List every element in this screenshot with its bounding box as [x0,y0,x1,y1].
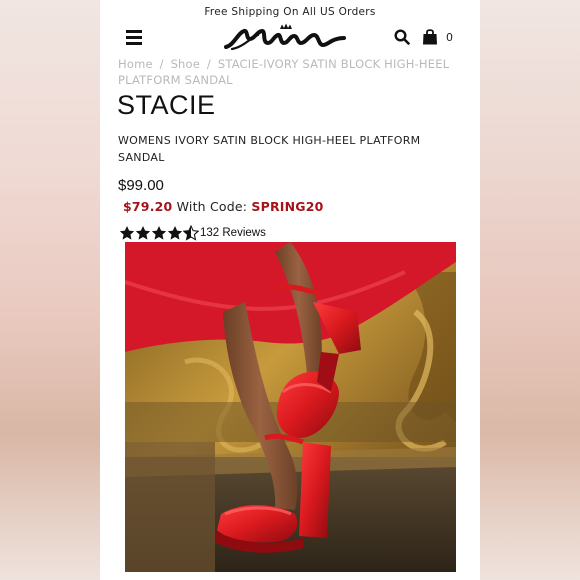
nina-logo[interactable] [224,23,346,53]
breadcrumb: Home / Shoe / STACIE-IVORY SATIN BLOCK H… [118,56,468,88]
rating[interactable]: 132 Reviews [119,224,266,242]
sale-price: $79.20 [123,199,173,214]
breadcrumb-shoe[interactable]: Shoe [171,57,201,71]
breadcrumb-current: STACIE-IVORY SATIN BLOCK HIGH-HEEL PLATF… [118,57,450,87]
product-price: $99.00 [118,177,164,194]
promo-code: SPRING20 [251,199,324,214]
blurred-backdrop-right [480,0,580,580]
code-label: With Code: [176,199,248,214]
breadcrumb-separator: / [206,57,211,71]
star-full-icon [167,226,183,240]
sale-price-line: $79.20 With Code: SPRING20 [123,199,324,214]
product-photo [125,242,456,572]
cart-count[interactable]: 0 [446,31,453,44]
site-header: 0 [100,22,480,56]
search-icon[interactable] [394,29,410,45]
breadcrumb-home[interactable]: Home [118,57,153,71]
star-rating [119,225,199,241]
menu-icon[interactable] [126,30,142,45]
breadcrumb-separator: / [159,57,164,71]
star-full-icon [135,226,151,240]
shopping-bag-icon[interactable] [422,28,438,45]
product-image[interactable] [125,242,456,572]
promo-bar: Free Shipping On All US Orders [100,0,480,22]
product-page: Free Shipping On All US Orders 0 Home / … [100,0,480,580]
star-full-icon [151,226,167,240]
star-half-icon [183,225,199,241]
product-title: STACIE [117,90,216,120]
reviews-link[interactable]: 132 Reviews [200,227,266,239]
product-description: WOMENS IVORY SATIN BLOCK HIGH-HEEL PLATF… [118,134,421,164]
star-full-icon [119,226,135,240]
promo-text: Free Shipping On All US Orders [204,6,376,18]
blurred-backdrop-left [0,0,100,580]
